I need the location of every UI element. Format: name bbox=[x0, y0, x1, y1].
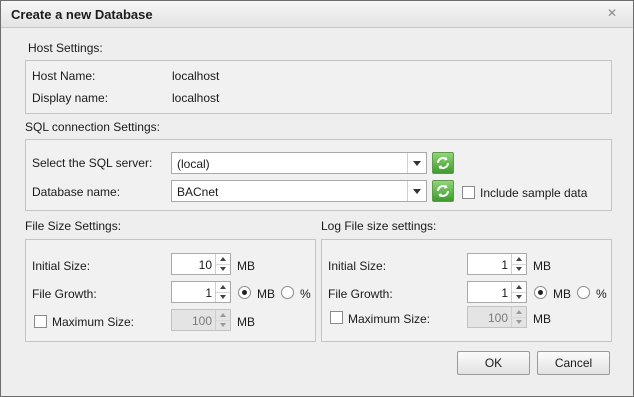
log-initial-size-label: Initial Size: bbox=[328, 259, 387, 273]
file-initial-size-value: 10 bbox=[198, 258, 212, 272]
include-sample-label: Include sample data bbox=[480, 186, 588, 200]
host-settings-group: Host Name: localhost Display name: local… bbox=[25, 60, 612, 114]
host-settings-label: Host Settings: bbox=[28, 41, 103, 55]
file-initial-size-unit: MB bbox=[237, 259, 255, 273]
file-size-group: Initial Size: 10 MB File Growth: 1 MB % … bbox=[25, 239, 316, 342]
file-initial-size-label: Initial Size: bbox=[32, 259, 91, 273]
log-size-group: Initial Size: 1 MB File Growth: 1 MB % M… bbox=[321, 239, 612, 342]
file-max-size-stepper: 100 bbox=[171, 309, 231, 331]
database-name-combo[interactable]: BACnet bbox=[171, 180, 427, 202]
refresh-icon bbox=[437, 156, 449, 170]
log-max-size-label: Maximum Size: bbox=[348, 312, 431, 326]
spin-down-icon bbox=[216, 320, 230, 330]
spin-down-icon bbox=[512, 317, 526, 327]
log-initial-size-stepper[interactable]: 1 bbox=[467, 253, 527, 275]
file-growth-label: File Growth: bbox=[32, 287, 97, 301]
title-bar: Create a new Database ✕ bbox=[1, 1, 633, 28]
spin-down-icon[interactable] bbox=[512, 292, 526, 302]
log-growth-label: File Growth: bbox=[328, 287, 393, 301]
sql-server-select[interactable]: (local) bbox=[171, 152, 427, 174]
file-growth-percent-label: % bbox=[300, 287, 311, 301]
refresh-server-button[interactable] bbox=[432, 152, 454, 174]
file-growth-percent-radio[interactable] bbox=[281, 286, 294, 299]
file-max-size-value: 100 bbox=[191, 314, 212, 328]
include-sample-checkbox[interactable] bbox=[462, 186, 475, 199]
file-growth-mb-label: MB bbox=[257, 287, 275, 301]
file-growth-value: 1 bbox=[205, 286, 212, 300]
sql-server-label: Select the SQL server: bbox=[32, 156, 153, 170]
log-max-size-stepper: 100 bbox=[467, 306, 527, 328]
log-size-settings-label: Log File size settings: bbox=[321, 219, 437, 233]
ok-button[interactable]: OK bbox=[457, 351, 530, 375]
chevron-down-icon[interactable] bbox=[407, 181, 426, 201]
database-name-label: Database name: bbox=[32, 185, 121, 199]
create-database-dialog: Create a new Database ✕ Host Settings: H… bbox=[0, 0, 634, 397]
file-initial-size-stepper[interactable]: 10 bbox=[171, 253, 231, 275]
file-max-size-label: Maximum Size: bbox=[52, 315, 135, 329]
display-name-label: Display name: bbox=[32, 91, 109, 105]
file-max-size-unit: MB bbox=[237, 315, 255, 329]
spin-down-icon[interactable] bbox=[512, 264, 526, 274]
database-name-value: BACnet bbox=[177, 185, 219, 199]
dialog-title: Create a new Database bbox=[11, 7, 153, 22]
log-max-size-checkbox[interactable] bbox=[330, 311, 343, 324]
host-name-value: localhost bbox=[172, 69, 220, 83]
sql-settings-group: Select the SQL server: (local) Database … bbox=[25, 139, 612, 211]
close-icon[interactable]: ✕ bbox=[605, 6, 619, 20]
log-growth-mb-label: MB bbox=[553, 287, 571, 301]
log-growth-percent-radio[interactable] bbox=[577, 286, 590, 299]
log-growth-mb-radio[interactable] bbox=[534, 286, 547, 299]
cancel-button[interactable]: Cancel bbox=[537, 351, 610, 375]
log-max-size-unit: MB bbox=[533, 312, 551, 326]
chevron-down-icon[interactable] bbox=[407, 153, 426, 173]
host-name-label: Host Name: bbox=[32, 69, 96, 83]
file-growth-stepper[interactable]: 1 bbox=[171, 281, 231, 303]
file-max-size-checkbox[interactable] bbox=[34, 315, 47, 328]
sql-server-value: (local) bbox=[177, 157, 210, 171]
log-growth-value: 1 bbox=[501, 286, 508, 300]
log-growth-percent-label: % bbox=[596, 287, 607, 301]
spin-down-icon[interactable] bbox=[216, 292, 230, 302]
refresh-icon bbox=[437, 184, 449, 198]
file-growth-mb-radio[interactable] bbox=[238, 286, 251, 299]
sql-settings-label: SQL connection Settings: bbox=[25, 120, 160, 134]
log-growth-stepper[interactable]: 1 bbox=[467, 281, 527, 303]
log-initial-size-unit: MB bbox=[533, 259, 551, 273]
refresh-database-button[interactable] bbox=[432, 180, 454, 202]
file-size-settings-label: File Size Settings: bbox=[25, 219, 122, 233]
log-max-size-value: 100 bbox=[487, 311, 508, 325]
display-name-value: localhost bbox=[172, 91, 220, 105]
log-initial-size-value: 1 bbox=[501, 258, 508, 272]
spin-down-icon[interactable] bbox=[216, 264, 230, 274]
